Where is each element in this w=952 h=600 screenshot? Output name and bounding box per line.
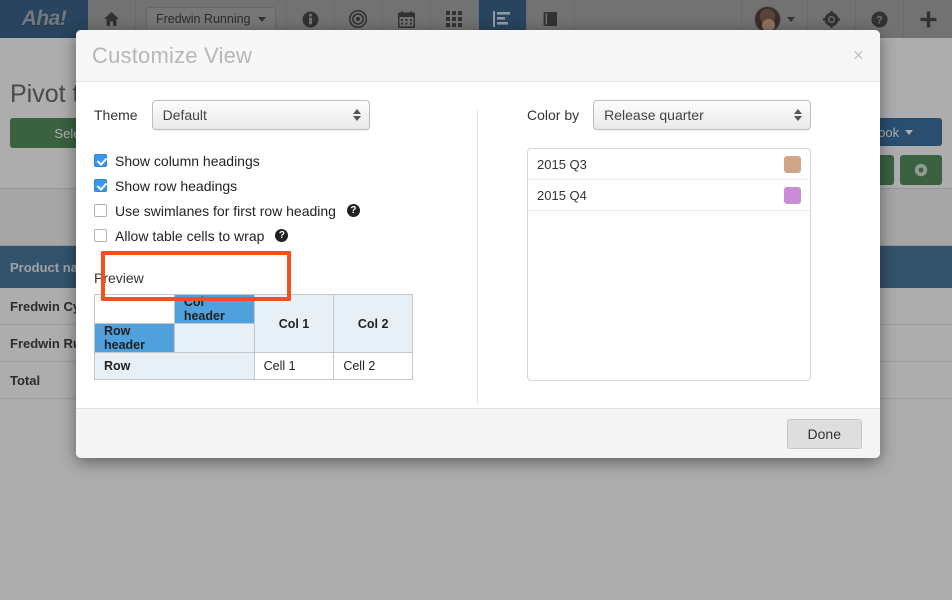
color-legend-label: 2015 Q3: [537, 156, 587, 172]
checkbox-input[interactable]: [94, 154, 107, 167]
color-legend-list: 2015 Q3 2015 Q4: [527, 148, 811, 381]
color-legend-label: 2015 Q4: [537, 187, 587, 203]
list-item[interactable]: 2015 Q4: [528, 180, 810, 211]
theme-select[interactable]: Default: [151, 100, 370, 130]
checkbox-show-row-headings[interactable]: Show row headings: [94, 173, 477, 198]
panel-divider: [477, 110, 478, 405]
preview-empty-cell: [173, 323, 255, 353]
done-button[interactable]: Done: [786, 418, 862, 449]
preview-cell-2: Cell 2: [333, 352, 413, 380]
stepper-arrows-icon: [352, 109, 361, 121]
screen: Pivot ta Select D otebook: [0, 0, 952, 600]
preview-col1: Col 1: [253, 294, 335, 353]
checkbox-label: Show column headings: [115, 152, 260, 169]
color-by-row: Color by Release quarter: [527, 100, 862, 130]
right-panel: Color by Release quarter 2015 Q3 2015 Q4: [477, 82, 880, 408]
theme-select-value: Default: [162, 107, 207, 123]
help-icon[interactable]: ?: [346, 204, 360, 217]
close-icon[interactable]: ×: [853, 46, 864, 65]
checkbox-input[interactable]: [94, 229, 107, 242]
checkbox-allow-wrap[interactable]: Allow table cells to wrap ?: [94, 223, 477, 248]
customize-view-dialog: Customize View × Theme Default Show colu…: [76, 30, 880, 458]
color-by-select[interactable]: Release quarter: [593, 100, 812, 130]
checkbox-label: Allow table cells to wrap: [115, 227, 265, 244]
preview-label: Preview: [94, 270, 144, 286]
preview-table: Col header Col 1 Col 2 Row header Row Ce…: [94, 294, 413, 380]
preview-col-header: Col header: [173, 294, 255, 324]
checkbox-input[interactable]: [94, 179, 107, 192]
checkbox-label: Use swimlanes for first row heading: [115, 202, 336, 219]
color-by-label: Color by: [527, 107, 580, 123]
dialog-title: Customize View: [92, 42, 253, 68]
preview-cell-1: Cell 1: [253, 352, 335, 380]
checkbox-input[interactable]: [94, 204, 107, 217]
theme-label: Theme: [94, 107, 138, 123]
preview-row-label: Row: [94, 352, 255, 380]
preview-row-headers-top: Col header Col 1 Col 2: [94, 294, 413, 353]
preview-empty-cell: [94, 294, 175, 324]
help-icon[interactable]: ?: [275, 229, 289, 242]
preview-col2: Col 2: [333, 294, 413, 353]
dialog-header: Customize View ×: [76, 30, 880, 82]
preview-data-row: Row Cell 1 Cell 2: [94, 352, 413, 380]
color-swatch[interactable]: [784, 186, 801, 204]
checkbox-group: Show column headings Show row headings U…: [94, 148, 477, 301]
list-item[interactable]: 2015 Q3: [528, 149, 810, 180]
color-by-select-value: Release quarter: [604, 107, 704, 123]
preview-row-header: Row header: [94, 323, 175, 353]
dialog-footer: Done: [76, 408, 880, 458]
checkbox-label: Show row headings: [115, 177, 238, 194]
color-swatch[interactable]: [784, 155, 801, 173]
checkbox-use-swimlanes[interactable]: Use swimlanes for first row heading ?: [94, 198, 477, 223]
left-panel: Theme Default Show column headings Show …: [76, 82, 477, 408]
stepper-arrows-icon: [794, 109, 803, 121]
theme-row: Theme Default: [94, 100, 477, 130]
checkbox-show-column-headings[interactable]: Show column headings: [94, 148, 477, 173]
dialog-body: Theme Default Show column headings Show …: [76, 82, 880, 408]
